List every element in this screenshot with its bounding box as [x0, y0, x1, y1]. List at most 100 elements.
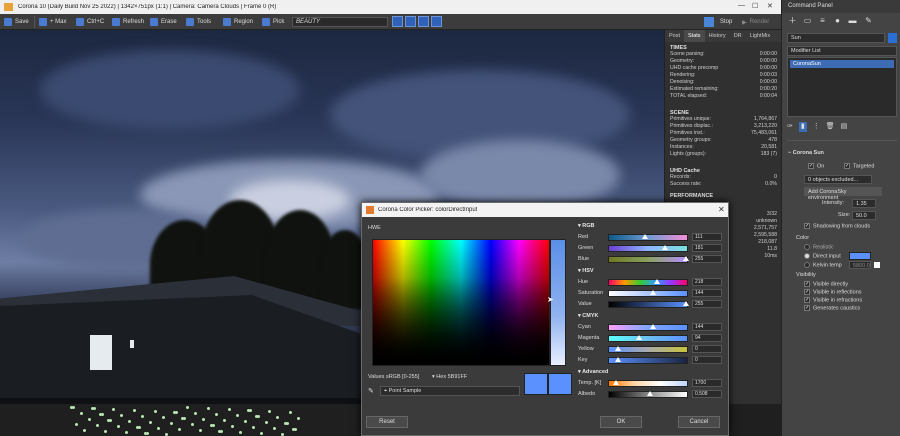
channel-slider[interactable] [608, 324, 688, 331]
slider-knob[interactable] [661, 245, 668, 250]
make-unique-icon[interactable]: ⋮ [813, 122, 820, 132]
ok-button[interactable]: OK [600, 416, 642, 428]
group-hsv-header[interactable]: ▾ HSV [578, 268, 594, 274]
group-adv-header[interactable]: ▾ Advanced [578, 369, 608, 375]
shadowing-checkbox[interactable]: ✓ Shadowing from clouds [804, 223, 870, 229]
sun-color-swatch[interactable] [849, 252, 871, 260]
dialog-close-icon[interactable]: ✕ [718, 205, 725, 214]
minimize-icon[interactable]: — [738, 2, 745, 9]
stack-item-coronasun[interactable]: CoronaSun [790, 60, 894, 68]
tab-stats[interactable]: Stats [684, 30, 705, 42]
channel-slider[interactable] [608, 279, 688, 286]
channel-value-field[interactable]: 218 [692, 278, 722, 286]
intensity-spinner[interactable]: 1.35 [852, 199, 876, 208]
copy-button[interactable]: Ctrl+C [76, 17, 104, 27]
channel-value-field[interactable]: 111 [692, 233, 722, 241]
render-button[interactable]: ▶ Render [742, 17, 769, 27]
max-button[interactable]: + Max [39, 17, 67, 27]
kelvin-spinner[interactable]: 5800.0 [849, 261, 871, 269]
slider-knob[interactable] [636, 335, 643, 340]
channel-value-field[interactable]: 144 [692, 289, 722, 297]
exclude-button[interactable]: 0 objects excluded... [804, 175, 872, 184]
slider-knob[interactable] [614, 346, 621, 351]
maximize-icon[interactable]: ☐ [752, 2, 758, 10]
tools-button[interactable]: Tools [186, 17, 211, 27]
slider-knob[interactable] [614, 357, 621, 362]
channel-slider[interactable] [608, 256, 689, 263]
channel-value-field[interactable]: 0 [692, 345, 722, 353]
slider-knob[interactable] [683, 256, 689, 261]
channel-value-field[interactable]: 144 [692, 323, 722, 331]
rollout-title[interactable]: − Corona Sun [788, 150, 824, 156]
zoom-fit-icon[interactable] [418, 16, 429, 27]
kelvin-radio[interactable]: Kelvin temp [804, 262, 842, 268]
slider-knob[interactable] [650, 324, 657, 329]
refresh-button[interactable]: Refresh [112, 17, 144, 27]
display-icon[interactable]: ▬ [848, 16, 857, 25]
configure-icon[interactable]: ▤ [841, 122, 848, 132]
group-rgb-header[interactable]: ▾ RGB [578, 223, 595, 229]
tab-history[interactable]: History [705, 30, 730, 42]
channel-slider[interactable] [608, 346, 688, 353]
channel-slider[interactable] [608, 391, 688, 398]
slider-knob[interactable] [683, 301, 689, 306]
channel-slider[interactable] [608, 290, 688, 297]
slider-knob[interactable] [650, 290, 657, 295]
cancel-button[interactable]: Cancel [678, 416, 720, 428]
tab-dr[interactable]: DR [730, 30, 746, 42]
modify-icon[interactable]: ▭ [803, 16, 812, 25]
erase-button[interactable]: Erase [150, 17, 177, 27]
kelvin-color-swatch[interactable] [874, 262, 880, 268]
object-color-swatch[interactable] [888, 33, 897, 43]
hierarchy-icon[interactable]: ≡ [818, 16, 827, 25]
tab-lightmix[interactable]: LightMix [746, 30, 774, 42]
motion-icon[interactable]: ● [833, 16, 842, 25]
slider-knob[interactable] [612, 380, 619, 385]
zoom-out-icon[interactable] [405, 16, 416, 27]
render-element-select[interactable]: BEAUTY [292, 17, 388, 27]
channel-value-field[interactable]: 94 [692, 334, 722, 342]
channel-value-field[interactable]: 255 [692, 255, 722, 263]
stop-icon[interactable] [704, 17, 714, 27]
region-button[interactable]: Region [223, 17, 253, 27]
stop-button[interactable]: Stop [720, 17, 732, 27]
pick-button[interactable]: Pick [262, 17, 284, 27]
visible-directly-checkbox[interactable]: ✓ Visible directly [804, 281, 862, 289]
size-spinner[interactable]: 50.0 [852, 211, 876, 220]
utilities-icon[interactable]: ✎ [864, 16, 873, 25]
remove-modifier-icon[interactable]: 🗑 [826, 122, 835, 132]
channel-slider[interactable] [608, 380, 688, 387]
show-end-result-icon[interactable]: ▮ [798, 122, 807, 132]
channel-value-field[interactable]: 0.508 [692, 390, 722, 398]
on-checkbox[interactable]: ✓ On [808, 163, 824, 169]
group-cmyk-header[interactable]: ▾ CMYK [578, 313, 598, 319]
modifier-list-dropdown[interactable]: Modifier List [787, 46, 897, 56]
slider-knob[interactable] [641, 234, 648, 239]
channel-slider[interactable] [608, 301, 689, 308]
zoom-in-icon[interactable] [392, 16, 403, 27]
close-icon[interactable]: ✕ [767, 2, 773, 10]
slider-knob[interactable] [654, 279, 661, 284]
channel-slider[interactable] [608, 234, 688, 241]
pin-stack-icon[interactable]: ✑ [787, 122, 793, 132]
slider-knob[interactable] [646, 391, 653, 396]
add-environment-button[interactable]: Add CoronaSky environment [804, 187, 882, 201]
zoom-reset-icon[interactable] [431, 16, 442, 27]
eyedropper-icon[interactable]: ✎ [368, 387, 374, 395]
channel-value-field[interactable]: 0 [692, 356, 722, 364]
hue-saturation-field[interactable] [372, 239, 550, 366]
channel-value-field[interactable]: 181 [692, 244, 722, 252]
create-icon[interactable]: ＋ [788, 16, 797, 25]
save-button[interactable]: Save [4, 17, 29, 27]
realistic-radio[interactable]: Realistic [804, 244, 834, 250]
sample-mode-dropdown[interactable]: ⌖ Point Sample [380, 386, 520, 396]
channel-value-field[interactable]: 1700 [692, 379, 722, 387]
channel-slider[interactable] [608, 335, 688, 342]
visible-reflections-checkbox[interactable]: ✓ Visible in reflections [804, 289, 862, 297]
hex-value[interactable]: 5B91FF [448, 374, 468, 380]
channel-slider[interactable] [608, 357, 688, 364]
object-name-field[interactable]: Sun [787, 33, 885, 43]
direct-input-radio[interactable]: Direct input [804, 253, 841, 259]
visible-refractions-checkbox[interactable]: ✓ Visible in refractions [804, 297, 862, 305]
generates-caustics-checkbox[interactable]: ✓ Generates caustics [804, 305, 862, 313]
